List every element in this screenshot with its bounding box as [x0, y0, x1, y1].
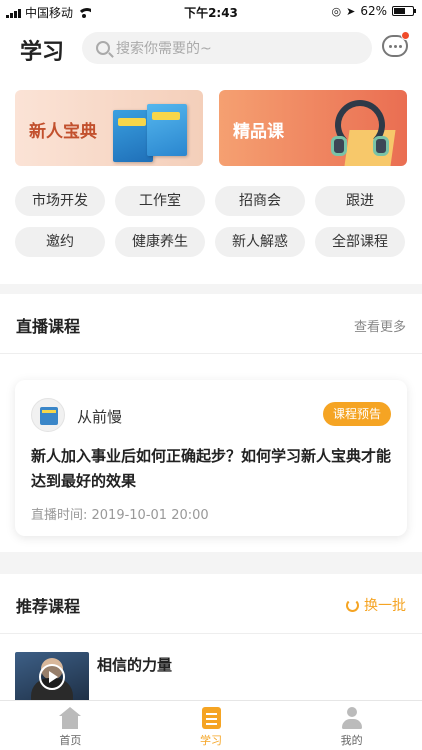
refresh-icon [346, 598, 359, 612]
search-placeholder: 搜索你需要的~ [116, 41, 212, 57]
battery-percent: 62% [360, 4, 387, 18]
study-icon [201, 707, 221, 729]
tab-home[interactable]: 首页 [0, 701, 141, 750]
host-name: 从前慢 [77, 408, 123, 426]
category-tag[interactable]: 新人解惑 [215, 227, 305, 257]
live-time: 直播时间: 2019-10-01 20:00 [31, 508, 209, 523]
category-tag[interactable]: 健康养生 [115, 227, 205, 257]
refresh-button[interactable]: 换一批 [346, 595, 406, 615]
category-tag[interactable]: 招商会 [215, 186, 305, 216]
status-bar: 中国移动 下午2:43 ◎ ➤ 62% [0, 0, 422, 22]
section-title: 直播课程 [16, 317, 81, 336]
avatar [31, 398, 65, 432]
course-thumbnail[interactable] [15, 652, 89, 702]
banner-newbie-guide[interactable]: 新人宝典 [15, 90, 203, 166]
tab-label: 首页 [59, 734, 82, 747]
book-illustration [147, 104, 187, 156]
orientation-lock-icon: ◎ [331, 4, 342, 18]
recommend-section: 推荐课程 换一批 相信的力量 [0, 574, 422, 702]
live-course-title: 新人加入事业后如何正确起步？如何学习新人宝典才能达到最好的效果 [31, 447, 392, 490]
status-right: ◎ ➤ 62% [331, 4, 416, 18]
tab-study[interactable]: 学习 [141, 701, 282, 750]
course-title[interactable]: 相信的力量 [97, 654, 172, 675]
battery-icon [392, 6, 416, 16]
banner-premium-course[interactable]: 精品课 [219, 90, 407, 166]
tab-bar: 首页 学习 我的 [0, 700, 422, 750]
category-tag[interactable]: 市场开发 [15, 186, 105, 216]
category-tags: 市场开发 工作室 招商会 跟进 邀约 健康养生 新人解惑 全部课程 [15, 186, 407, 257]
tab-label: 学习 [200, 734, 222, 747]
search-input[interactable]: 搜索你需要的~ [82, 32, 372, 64]
me-icon [341, 707, 363, 729]
location-icon: ➤ [346, 4, 356, 18]
banner-section: 新人宝典 精品课 市场开发 工作室 招商会 跟进 邀约 健康养生 新人解惑 全部… [0, 74, 422, 284]
banner-label: 新人宝典 [29, 122, 97, 142]
section-header: 直播课程 查看更多 [0, 294, 422, 354]
category-tag[interactable]: 跟进 [315, 186, 405, 216]
status-badge: 课程预告 [322, 402, 391, 426]
home-icon [59, 707, 82, 729]
section-header: 推荐课程 换一批 [0, 574, 422, 634]
banner-label: 精品课 [233, 122, 284, 142]
category-tag[interactable]: 邀约 [15, 227, 105, 257]
message-button[interactable] [382, 31, 410, 59]
refresh-label: 换一批 [364, 598, 406, 614]
tab-label: 我的 [340, 734, 363, 747]
view-more-link[interactable]: 查看更多 [354, 316, 406, 335]
category-tag[interactable]: 全部课程 [315, 227, 405, 257]
category-tag[interactable]: 工作室 [115, 186, 205, 216]
notification-dot [401, 31, 410, 40]
headphones-icon [329, 100, 391, 156]
play-icon [39, 664, 65, 690]
page-title: 学习 [20, 40, 65, 65]
search-icon [96, 41, 110, 55]
section-title: 推荐课程 [16, 597, 81, 616]
live-course-card[interactable]: 从前慢 课程预告 新人加入事业后如何正确起步？如何学习新人宝典才能达到最好的效果… [15, 380, 407, 536]
tab-me[interactable]: 我的 [281, 701, 422, 750]
live-course-section: 直播课程 查看更多 从前慢 课程预告 新人加入事业后如何正确起步？如何学习新人宝… [0, 294, 422, 552]
header: 学习 搜索你需要的~ [0, 22, 422, 74]
